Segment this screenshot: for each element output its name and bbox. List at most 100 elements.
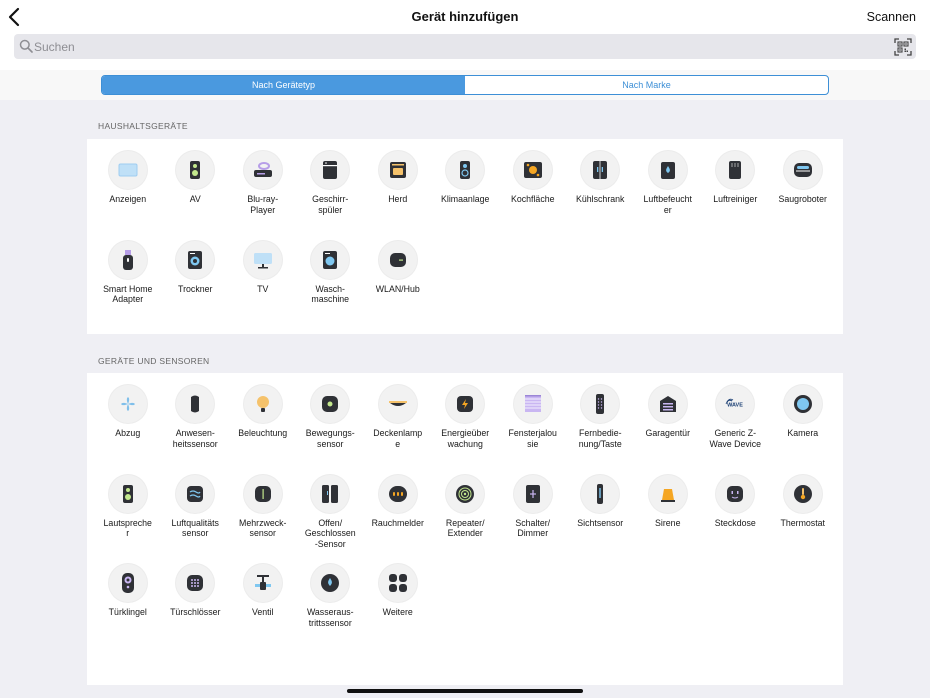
device-type-loudspeaker[interactable]: Lautspreche r (94, 474, 162, 565)
svg-text:WAVE: WAVE (727, 403, 743, 409)
device-icon-circle (513, 474, 552, 513)
display-icon (118, 163, 138, 177)
air-conditioner-icon (460, 161, 471, 179)
tab-by-device-type[interactable]: Nach Gerätetyp (102, 76, 465, 94)
navigation-bar: Gerät hinzufügen Scannen (0, 0, 930, 34)
remote-icon (596, 394, 605, 414)
device-type-robot-vacuum[interactable]: Saugroboter (769, 151, 837, 241)
device-type-air-purifier[interactable]: Luftreiniger (702, 151, 770, 241)
device-type-label: Wasch- maschine (311, 283, 350, 305)
device-type-vision-sensor[interactable]: Sichtsensor (567, 474, 635, 565)
device-type-label: WLAN/Hub (375, 283, 420, 294)
outlet-icon (727, 485, 744, 502)
device-type-dryer[interactable]: Trockner (162, 240, 230, 331)
device-icon-circle (783, 151, 822, 189)
device-type-label: AV (189, 194, 201, 204)
device-type-garage-door[interactable]: Garagentür (634, 385, 702, 475)
siren-icon (660, 488, 675, 502)
device-type-label: Herd (388, 194, 408, 204)
device-type-label: Sirene (655, 517, 681, 528)
scan-button[interactable]: Scannen (867, 10, 916, 24)
device-type-label: Kochfläche (510, 194, 555, 204)
device-type-dishwasher[interactable]: Geschirr- spüler (297, 151, 365, 241)
robot-vacuum-icon (793, 163, 812, 177)
device-type-presence-sensor[interactable]: Anwesen- heitssensor (162, 385, 230, 475)
device-icon-circle (716, 474, 755, 513)
device-type-switch[interactable]: Schalter/ Dimmer (499, 474, 567, 565)
device-icon-circle (311, 240, 350, 279)
device-type-speaker[interactable]: AV (162, 151, 230, 241)
search-input[interactable] (34, 34, 874, 59)
device-icon-circle (108, 240, 147, 279)
device-type-display[interactable]: Anzeigen (94, 151, 162, 241)
segment-bar: Nach Gerätetyp Nach Marke (0, 70, 930, 100)
device-type-label: Weitere (382, 607, 413, 617)
device-icon-circle (176, 385, 215, 423)
device-type-label: Schalter/ Dimmer (515, 517, 551, 539)
device-type-contact-sensor[interactable]: Offen/ Geschlossen -Sensor (297, 474, 365, 565)
device-type-smoke-detector[interactable]: Rauchmelder (364, 474, 432, 565)
device-type-camera[interactable]: Kamera (769, 385, 837, 475)
device-type-blinds[interactable]: Fensterjalou sie (499, 385, 567, 475)
device-type-label: Energieüber wachung (441, 428, 490, 449)
device-icon-circle (311, 385, 350, 423)
device-icon-circle (243, 385, 282, 423)
device-icon-circle (581, 385, 620, 423)
section-title-sensors: GERÄTE UND SENSOREN (98, 356, 210, 366)
device-type-door-lock[interactable]: Türschlösser (162, 564, 230, 654)
device-type-remote[interactable]: Fernbedie- nung/Taste (567, 385, 635, 475)
device-type-zwave[interactable]: WAVE Generic Z- Wave Device (702, 385, 770, 475)
device-icon-circle (243, 474, 282, 513)
device-icon-circle (311, 151, 350, 189)
sensors-card: Abzug Anwesen- heitssensor Beleuchtung Bewe… (87, 373, 843, 685)
device-type-air-quality[interactable]: Luftqualitäts sensor (162, 474, 230, 565)
device-type-bulb[interactable]: Beleuchtung (229, 385, 297, 475)
device-type-fridge[interactable]: Kühlschrank (567, 151, 635, 241)
segmented-control: Nach Gerätetyp Nach Marke (101, 75, 829, 95)
device-type-air-conditioner[interactable]: Klimaanlage (432, 151, 500, 241)
device-type-valve[interactable]: Ventil (229, 564, 297, 654)
device-type-outlet[interactable]: Steckdose (702, 474, 770, 565)
device-type-siren[interactable]: Sirene (634, 474, 702, 565)
device-type-humidifier[interactable]: Luftbefeucht er (634, 151, 702, 241)
household-devices-card: Anzeigen AV Blu-ray- Player Geschirr- spüle… (87, 139, 843, 334)
device-type-multi-sensor[interactable]: Mehrzweck- sensor (229, 474, 297, 565)
device-icon-circle (378, 151, 417, 189)
device-type-label: Smart Home Adapter (103, 283, 153, 305)
device-icon-circle (378, 240, 417, 279)
device-icon-circle: WAVE (716, 385, 755, 423)
device-type-ceiling-lamp[interactable]: Deckenlamp e (364, 385, 432, 475)
device-type-cooktop[interactable]: Kochfläche (499, 151, 567, 241)
device-icon-circle (648, 474, 687, 513)
device-type-thermostat[interactable]: Thermostat (769, 474, 837, 565)
device-type-label: Beleuchtung (238, 428, 288, 438)
device-type-bluray-player[interactable]: Blu-ray- Player (229, 151, 297, 241)
motion-sensor-icon (322, 396, 339, 412)
door-lock-icon (187, 575, 204, 591)
qr-scan-icon[interactable] (894, 38, 912, 56)
device-icon-circle (176, 474, 215, 513)
more-icon (388, 574, 407, 592)
device-type-more[interactable]: Weitere (364, 564, 432, 654)
device-icon-circle (783, 385, 822, 423)
device-type-energy-monitor[interactable]: Energieüber wachung (432, 385, 500, 475)
device-type-doorbell[interactable]: Türklingel (94, 564, 162, 654)
device-type-fan[interactable]: Abzug (94, 385, 162, 475)
device-type-water-leak[interactable]: Wasseraus- trittssensor (297, 564, 365, 654)
device-type-label: Trockner (178, 283, 213, 294)
device-type-label: Kamera (787, 428, 819, 438)
tab-by-brand[interactable]: Nach Marke (465, 76, 828, 94)
device-icon-circle (446, 385, 485, 423)
garage-door-icon (659, 396, 676, 412)
device-type-tv[interactable]: TV (229, 240, 297, 331)
switch-icon (525, 484, 540, 503)
device-type-stove[interactable]: Herd (364, 151, 432, 241)
contact-sensor-icon (322, 484, 339, 503)
device-type-washing-machine[interactable]: Wasch- maschine (297, 240, 365, 331)
device-type-motion-sensor[interactable]: Bewegungs- sensor (297, 385, 365, 475)
device-type-repeater[interactable]: Repeater/ Extender (432, 474, 500, 565)
device-type-hub[interactable]: WLAN/Hub (364, 240, 432, 331)
device-icon-circle (108, 385, 147, 423)
device-type-usb-adapter[interactable]: Smart Home Adapter (94, 240, 162, 331)
multi-sensor-icon (254, 485, 271, 502)
